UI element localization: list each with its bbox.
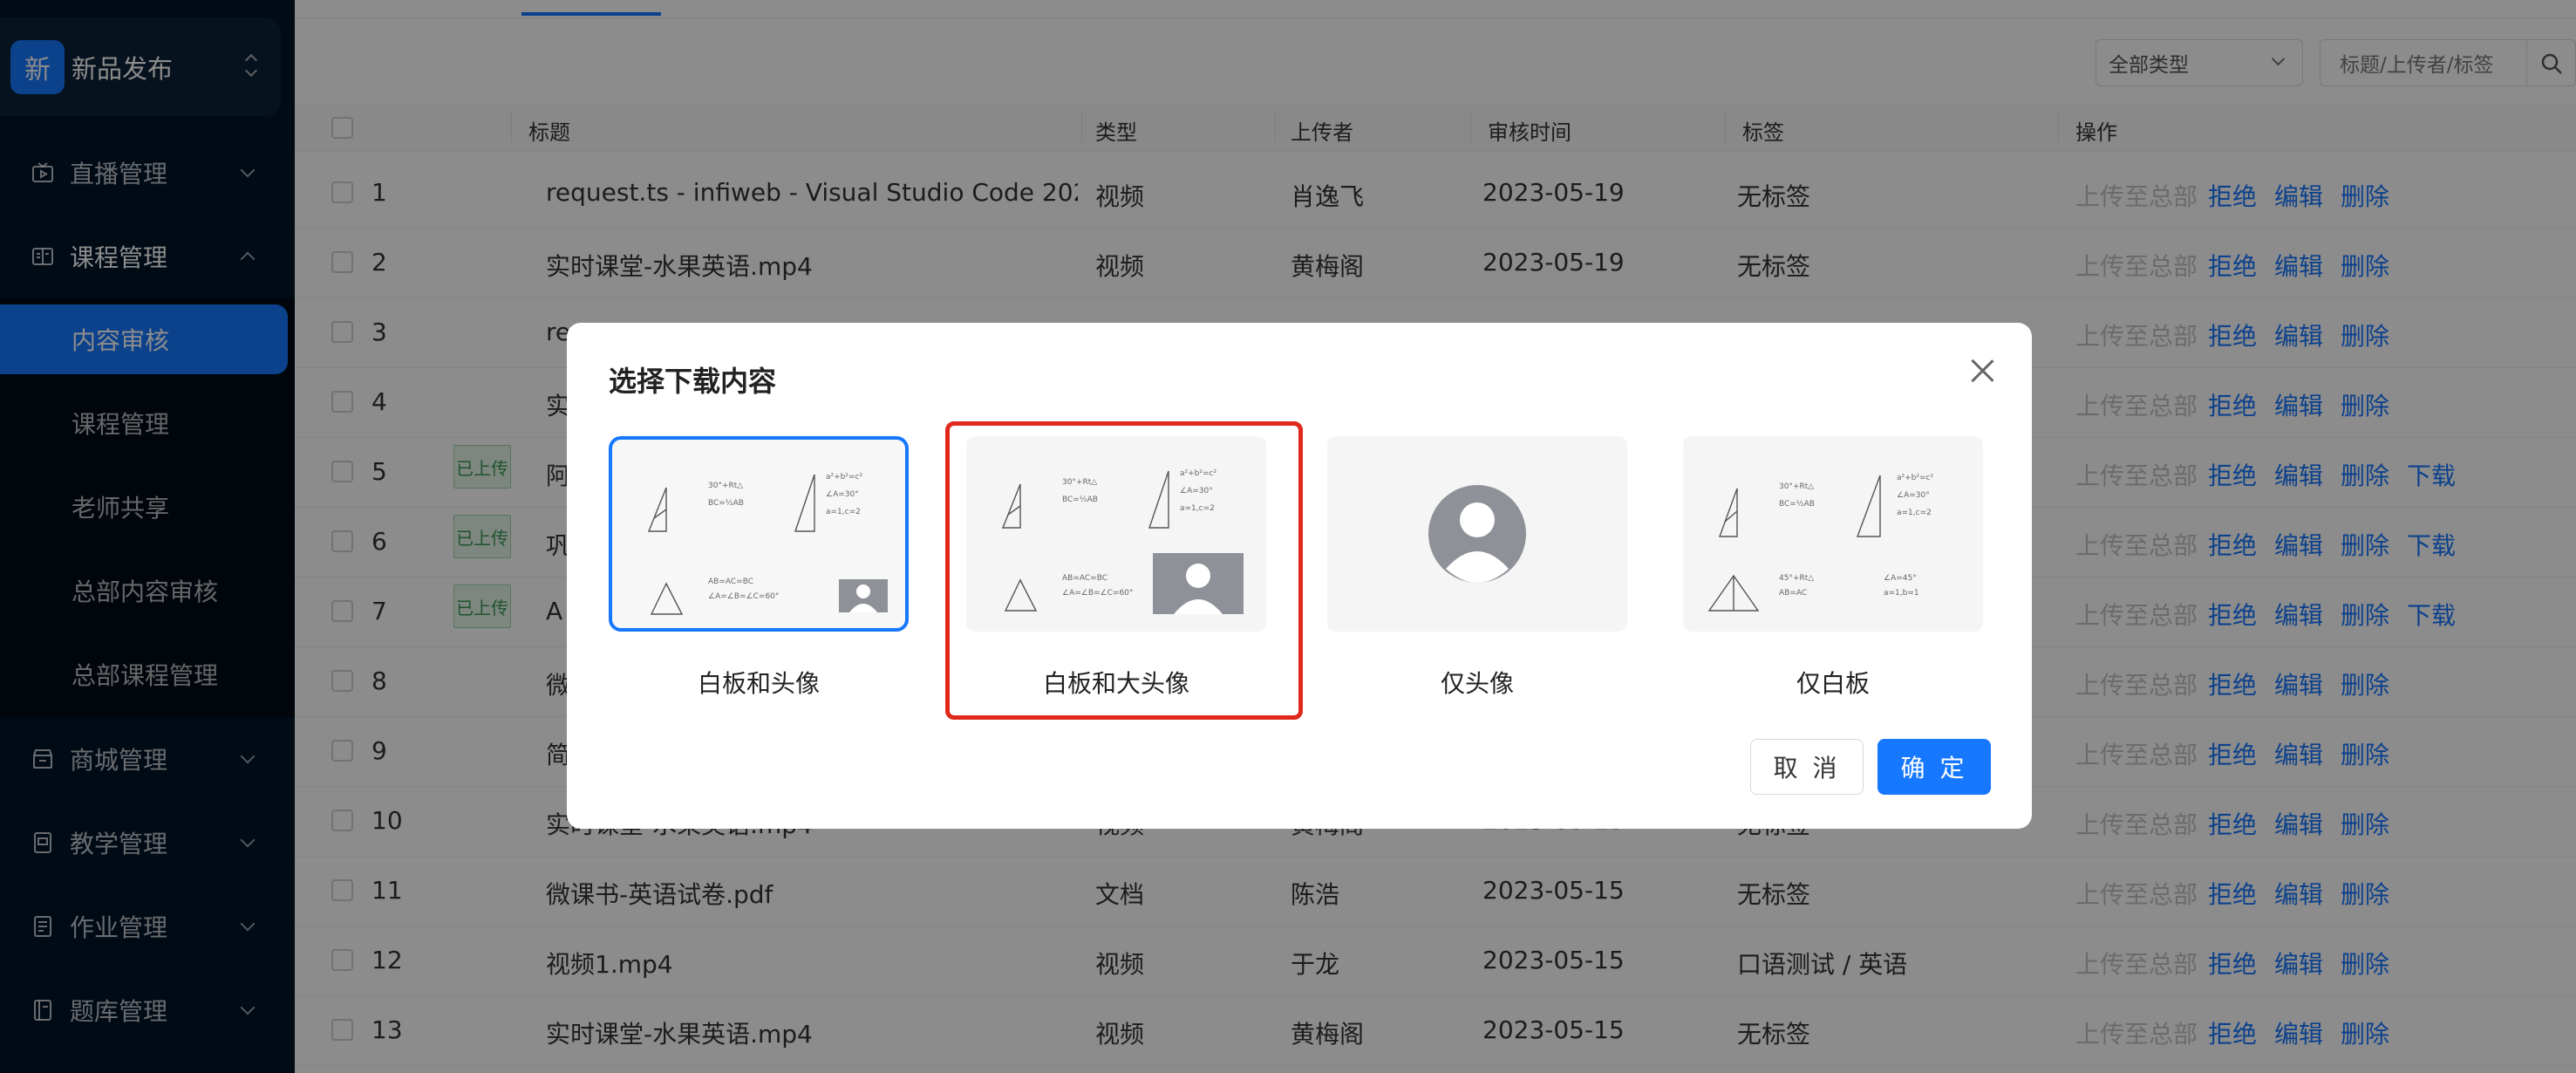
option-preview: 30°+Rt△ BC=½AB a²+b²=c² ∠A=30° a=1,c=2 AB=A… [609, 436, 909, 632]
svg-text:a²+b²=c²: a²+b²=c² [826, 473, 862, 482]
svg-text:a=1,c=2: a=1,c=2 [1897, 509, 1932, 517]
highlight-frame [945, 421, 1303, 720]
svg-text:45°+Rt△: 45°+Rt△ [1779, 574, 1814, 583]
svg-text:∠A=30°: ∠A=30° [1897, 491, 1930, 500]
option-label: 仅头像 [1440, 669, 1514, 698]
svg-text:AB=AC=BC: AB=AC=BC [708, 578, 753, 586]
option-preview [1327, 436, 1627, 632]
svg-text:30°+Rt△: 30°+Rt△ [1779, 482, 1814, 491]
option-label: 仅白板 [1796, 669, 1870, 698]
modal-title: 选择下载内容 [609, 365, 777, 398]
svg-text:a²+b²=c²: a²+b²=c² [1897, 474, 1933, 482]
option-label: 白板和头像 [697, 669, 820, 698]
svg-text:a=1,b=1: a=1,b=1 [1884, 589, 1919, 598]
whiteboard-avatar-preview-icon: 30°+Rt△ BC=½AB a²+b²=c² ∠A=30° a=1,c=2 AB=A… [647, 473, 888, 615]
svg-text:BC=½AB: BC=½AB [1779, 500, 1815, 509]
whiteboard-only-preview-icon: 30°+Rt△ BC=½AB a²+b²=c² ∠A=30° a=1,c=2 45°+… [1707, 474, 1933, 612]
cancel-button[interactable]: 取 消 [1750, 739, 1864, 795]
svg-text:∠A=45°: ∠A=45° [1884, 574, 1917, 583]
svg-text:AB=AC: AB=AC [1779, 589, 1807, 598]
svg-text:∠A=30°: ∠A=30° [826, 490, 859, 499]
svg-text:BC=½AB: BC=½AB [708, 499, 744, 508]
option-preview: 30°+Rt△ BC=½AB a²+b²=c² ∠A=30° a=1,c=2 45°+… [1683, 436, 1983, 632]
confirm-button[interactable]: 确 定 [1877, 739, 1991, 795]
avatar-only-preview-icon [1428, 485, 1526, 583]
svg-text:a=1,c=2: a=1,c=2 [826, 508, 861, 516]
download-content-modal: 选择下载内容 30°+Rt△ BC=½AB a²+b²=c² ∠A=30° a=1,c… [567, 323, 2032, 829]
close-icon[interactable] [1967, 356, 1997, 386]
svg-text:30°+Rt△: 30°+Rt△ [708, 482, 743, 490]
svg-text:∠A=∠B=∠C=60°: ∠A=∠B=∠C=60° [708, 592, 779, 601]
